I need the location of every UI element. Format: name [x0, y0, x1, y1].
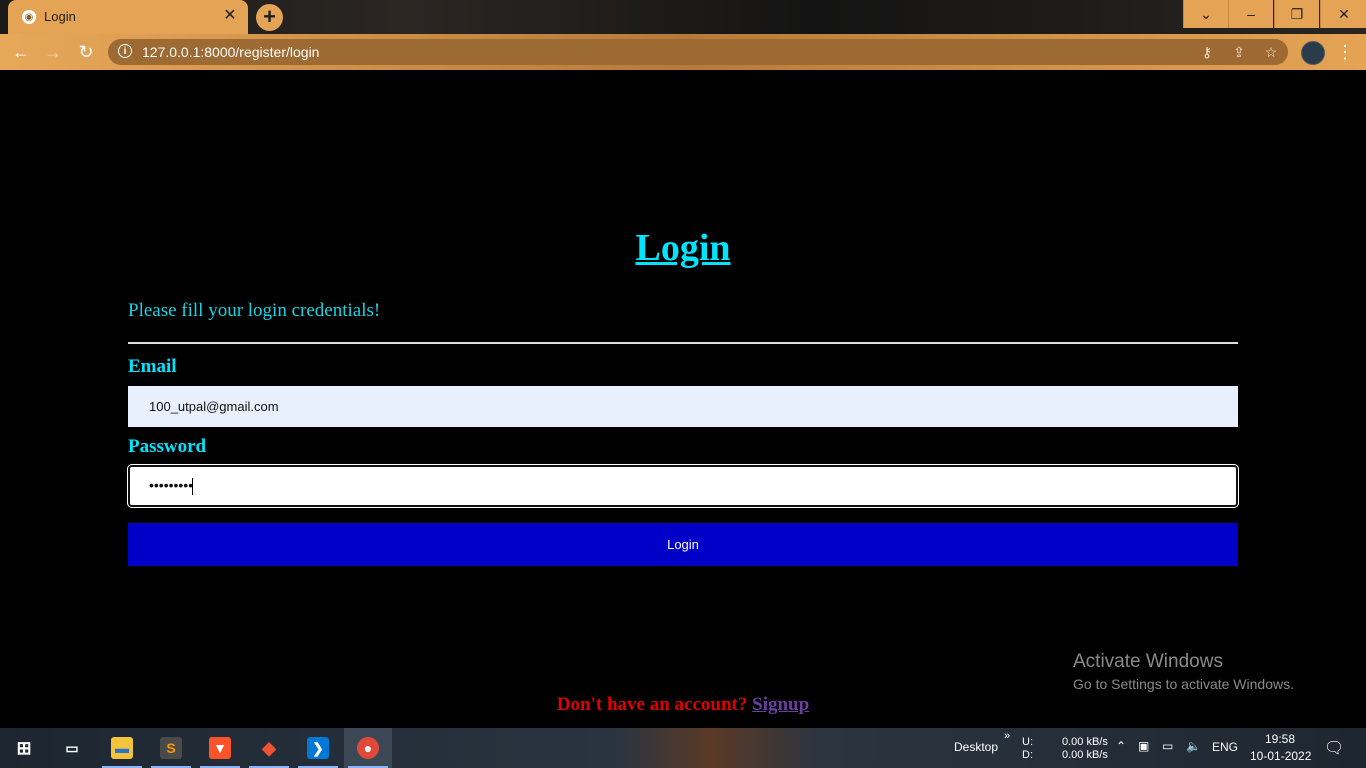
- activate-windows-subtitle: Go to Settings to activate Windows.: [1073, 676, 1294, 692]
- share-icon[interactable]: ⇪: [1230, 43, 1248, 61]
- clock-date[interactable]: 10-01-2022: [1250, 749, 1311, 763]
- star-icon[interactable]: ☆: [1262, 43, 1280, 61]
- restore-icon[interactable]: ❐: [1274, 0, 1319, 28]
- signup-prompt: Don't have an account? Signup: [0, 694, 1366, 716]
- vscode-icon[interactable]: ❯: [294, 728, 342, 768]
- windows-start-icon[interactable]: ⊞: [0, 728, 48, 768]
- globe-icon: ◉: [22, 10, 36, 24]
- signup-prompt-text: Don't have an account?: [556, 694, 753, 715]
- email-label: Email: [128, 356, 177, 377]
- browser-tab[interactable]: ◉ Login ✕: [8, 0, 248, 34]
- clock-time[interactable]: 19:58: [1265, 732, 1295, 746]
- browser-toolbar: ← → ↻ i 127.0.0.1:8000/register/login ⚷ …: [0, 34, 1366, 70]
- chrome-icon[interactable]: ●: [344, 728, 392, 768]
- language-indicator[interactable]: ENG: [1212, 740, 1238, 754]
- volume-icon[interactable]: 🔈: [1186, 739, 1201, 753]
- brave-icon[interactable]: ▼: [196, 728, 244, 768]
- meet-now-icon[interactable]: ▣: [1138, 739, 1149, 753]
- page-title: Login: [635, 227, 731, 269]
- tab-title: Login: [44, 9, 76, 24]
- task-view-icon[interactable]: ▭: [48, 728, 96, 768]
- notification-icon[interactable]: 🗨: [1324, 738, 1344, 758]
- activate-windows-title: Activate Windows: [1073, 651, 1223, 672]
- net-up-label: U:: [1022, 736, 1033, 748]
- password-value: •••••••••: [149, 477, 194, 493]
- text-caret: [192, 478, 193, 495]
- page-subtitle: Please fill your login credentials!: [128, 300, 381, 321]
- reload-icon[interactable]: ↻: [74, 40, 98, 64]
- file-explorer-icon[interactable]: ▬: [98, 728, 146, 768]
- forward-icon[interactable]: →: [41, 40, 65, 64]
- divider: [128, 342, 1238, 344]
- battery-icon[interactable]: ▭: [1162, 739, 1173, 753]
- git-icon[interactable]: ◆: [245, 728, 293, 768]
- sublime-text-icon[interactable]: S: [147, 728, 195, 768]
- toolbar-chevron-icon[interactable]: »: [1004, 730, 1010, 742]
- taskbar: ⊞ ▭ ▬ S ▼ ◆ ❯ ● Desktop » U: D: 0.00 kB/…: [0, 728, 1366, 768]
- minimize-icon[interactable]: –: [1228, 0, 1273, 28]
- window-close-icon[interactable]: ✕: [1320, 0, 1366, 28]
- password-field[interactable]: •••••••••: [128, 465, 1238, 507]
- key-icon[interactable]: ⚷: [1198, 43, 1216, 61]
- back-icon[interactable]: ←: [9, 40, 33, 64]
- email-field[interactable]: 100_utpal@gmail.com: [128, 386, 1238, 427]
- desktop-toolbar-label[interactable]: Desktop: [954, 740, 998, 754]
- profile-avatar[interactable]: [1301, 41, 1325, 65]
- tab-search-icon[interactable]: ⌄: [1183, 0, 1228, 28]
- tray-expand-icon[interactable]: ⌃: [1116, 739, 1126, 753]
- email-value: 100_utpal@gmail.com: [149, 399, 279, 414]
- login-button[interactable]: Login: [128, 523, 1238, 566]
- net-down-speed: 0.00 kB/s: [1062, 749, 1108, 761]
- url-text[interactable]: 127.0.0.1:8000/register/login: [142, 44, 319, 60]
- password-label: Password: [128, 436, 207, 457]
- site-info-icon[interactable]: i: [118, 44, 132, 58]
- net-up-speed: 0.00 kB/s: [1062, 736, 1108, 748]
- signup-link[interactable]: Signup: [752, 694, 809, 715]
- tab-strip: ◉ Login ✕ + ⌄ – ❐ ✕: [0, 0, 1366, 34]
- address-bar[interactable]: i 127.0.0.1:8000/register/login ⚷ ⇪ ☆: [108, 39, 1288, 65]
- kebab-menu-icon[interactable]: ⋮: [1336, 40, 1354, 64]
- net-down-label: D:: [1022, 749, 1033, 761]
- new-tab-button[interactable]: +: [256, 4, 283, 31]
- tab-close-icon[interactable]: ✕: [220, 6, 240, 26]
